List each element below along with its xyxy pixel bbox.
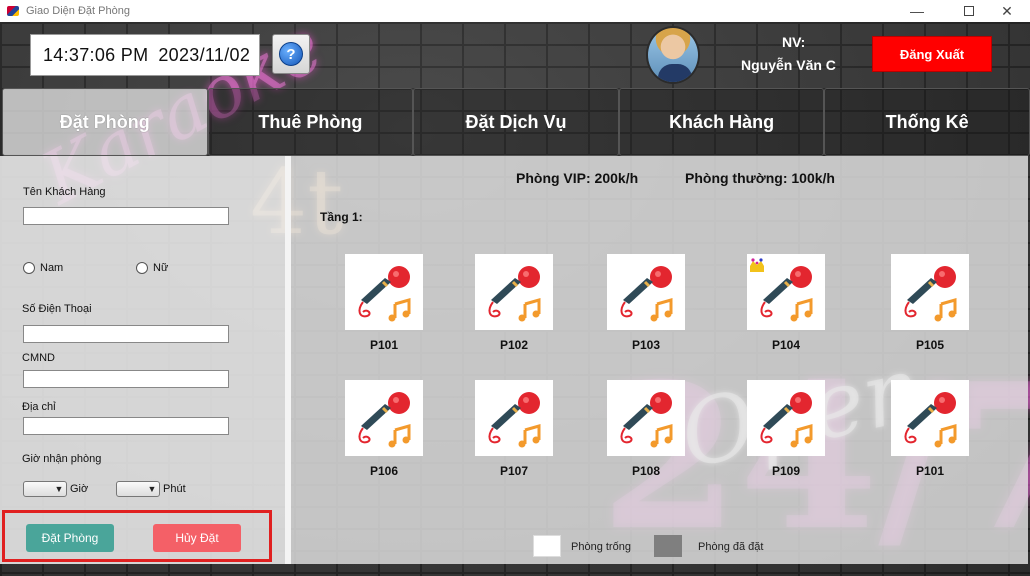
chevron-down-icon: ▼ [147, 484, 157, 494]
microphone-icon [358, 266, 411, 322]
microphone-icon [904, 392, 957, 448]
window-title: Giao Diện Đặt Phòng [26, 5, 130, 17]
room-name: P104 [771, 338, 801, 352]
minute-select[interactable]: ▼ [116, 481, 160, 497]
window-titlebar: Giao Diện Đặt Phòng — ✕ [0, 0, 1030, 22]
staff-name: Nguyễn Văn C [741, 57, 836, 73]
room-card-p109[interactable]: P109 [747, 380, 825, 478]
room-tile[interactable] [475, 380, 553, 456]
legend-booked-label: Phòng đã đặt [698, 541, 764, 553]
customer-name-input[interactable] [23, 207, 229, 225]
room-tile[interactable] [607, 254, 685, 330]
microphone-icon [358, 392, 411, 448]
room-name: P103 [631, 338, 661, 352]
room-name: P107 [499, 464, 529, 478]
help-icon: ? [279, 42, 303, 66]
main-tabs: Đặt Phòng Thuê Phòng Đặt Dịch Vụ Khách H… [2, 88, 1030, 156]
room-name: P108 [631, 464, 661, 478]
room-tile[interactable] [891, 380, 969, 456]
address-input[interactable] [23, 417, 229, 435]
chevron-down-icon: ▼ [54, 484, 64, 494]
hour-select[interactable]: ▼ [23, 481, 67, 497]
floor-label: Tầng 1: [320, 210, 363, 224]
room-card-p105[interactable]: P105 [891, 254, 969, 352]
gender-male-radio[interactable]: Nam [23, 262, 63, 274]
book-button[interactable]: Đặt Phòng [26, 524, 114, 552]
staff-label: NV: [782, 34, 806, 50]
maximize-icon [964, 6, 974, 16]
room-card-p101[interactable]: P101 [345, 254, 423, 352]
room-name: P102 [499, 338, 529, 352]
address-label: Địa chỉ [22, 401, 56, 413]
microphone-icon [488, 392, 541, 448]
clock-time: 14:37:06 PM [43, 44, 149, 65]
room-tile[interactable] [345, 254, 423, 330]
gender-female-label: Nữ [153, 262, 169, 274]
minimize-button[interactable]: — [894, 0, 940, 22]
clock-display: 14:37:06 PM 2023/11/02 [30, 34, 260, 76]
clock-date: 2023/11/02 [158, 44, 251, 65]
minute-label: Phút [163, 483, 186, 495]
close-button[interactable]: ✕ [984, 0, 1030, 22]
tab-label: Thuê Phòng [258, 111, 363, 132]
id-label: CMND [22, 352, 55, 364]
gender-male-label: Nam [40, 262, 64, 274]
room-card-p106[interactable]: P106 [345, 380, 423, 478]
microphone-icon [620, 392, 673, 448]
room-name: P109 [771, 464, 801, 478]
microphone-icon [760, 392, 813, 448]
room-card-p102[interactable]: P102 [475, 254, 553, 352]
gender-female-radio[interactable]: Nữ [136, 262, 168, 274]
phone-label: Số Điện Thoại [22, 303, 92, 315]
legend-booked-swatch [654, 535, 682, 557]
logout-button[interactable]: Đăng Xuất [872, 36, 992, 72]
room-card-p101[interactable]: P101 [891, 380, 969, 478]
room-tile[interactable] [475, 254, 553, 330]
cancel-booking-button[interactable]: Hủy Đặt [153, 524, 241, 552]
tab-label: Thống Kê [885, 111, 969, 132]
tab-khach-hang[interactable]: Khách Hàng [618, 88, 825, 156]
minimize-icon: — [910, 3, 924, 19]
room-card-p104[interactable]: P104 [747, 254, 825, 352]
phone-input[interactable] [23, 325, 229, 343]
room-tile[interactable] [607, 380, 685, 456]
room-name: P101 [369, 338, 399, 352]
price-normal: Phòng thường: 100k/h [685, 170, 835, 186]
avatar [646, 26, 700, 84]
room-card-p103[interactable]: P103 [607, 254, 685, 352]
checkin-label: Giờ nhận phòng [22, 453, 102, 465]
price-vip: Phòng VIP: 200k/h [516, 170, 639, 186]
tab-dat-dich-vu[interactable]: Đặt Dịch Vụ [413, 88, 619, 156]
room-name: P106 [369, 464, 399, 478]
radio-circle-icon [23, 262, 35, 274]
room-tile[interactable] [747, 254, 825, 330]
tab-label: Đặt Phòng [59, 111, 150, 132]
room-name: P101 [915, 464, 945, 478]
room-card-p108[interactable]: P108 [607, 380, 685, 478]
close-icon: ✕ [1001, 2, 1013, 19]
legend-empty-label: Phòng trống [571, 541, 631, 553]
microphone-icon [904, 266, 957, 322]
tab-thue-phong[interactable]: Thuê Phòng [207, 88, 414, 156]
hour-label: Giờ [70, 483, 89, 495]
room-name: P105 [915, 338, 945, 352]
microphone-icon [488, 266, 541, 322]
room-card-p107[interactable]: P107 [475, 380, 553, 478]
help-button[interactable]: ? [272, 34, 310, 74]
id-input[interactable] [23, 370, 229, 388]
room-panel [291, 156, 1028, 564]
tab-label: Khách Hàng [669, 111, 775, 132]
vip-crown-icon [750, 258, 764, 272]
tab-label: Đặt Dịch Vụ [465, 111, 567, 132]
tab-dat-phong[interactable]: Đặt Phòng [2, 88, 208, 156]
customer-name-label: Tên Khách Hàng [23, 186, 106, 198]
room-tile[interactable] [345, 380, 423, 456]
room-tile[interactable] [891, 254, 969, 330]
microphone-icon [620, 266, 673, 322]
tab-thong-ke[interactable]: Thống Kê [824, 88, 1030, 156]
legend-empty-swatch [533, 535, 561, 557]
room-tile[interactable] [747, 380, 825, 456]
app-icon [6, 4, 20, 18]
radio-circle-icon [136, 262, 148, 274]
